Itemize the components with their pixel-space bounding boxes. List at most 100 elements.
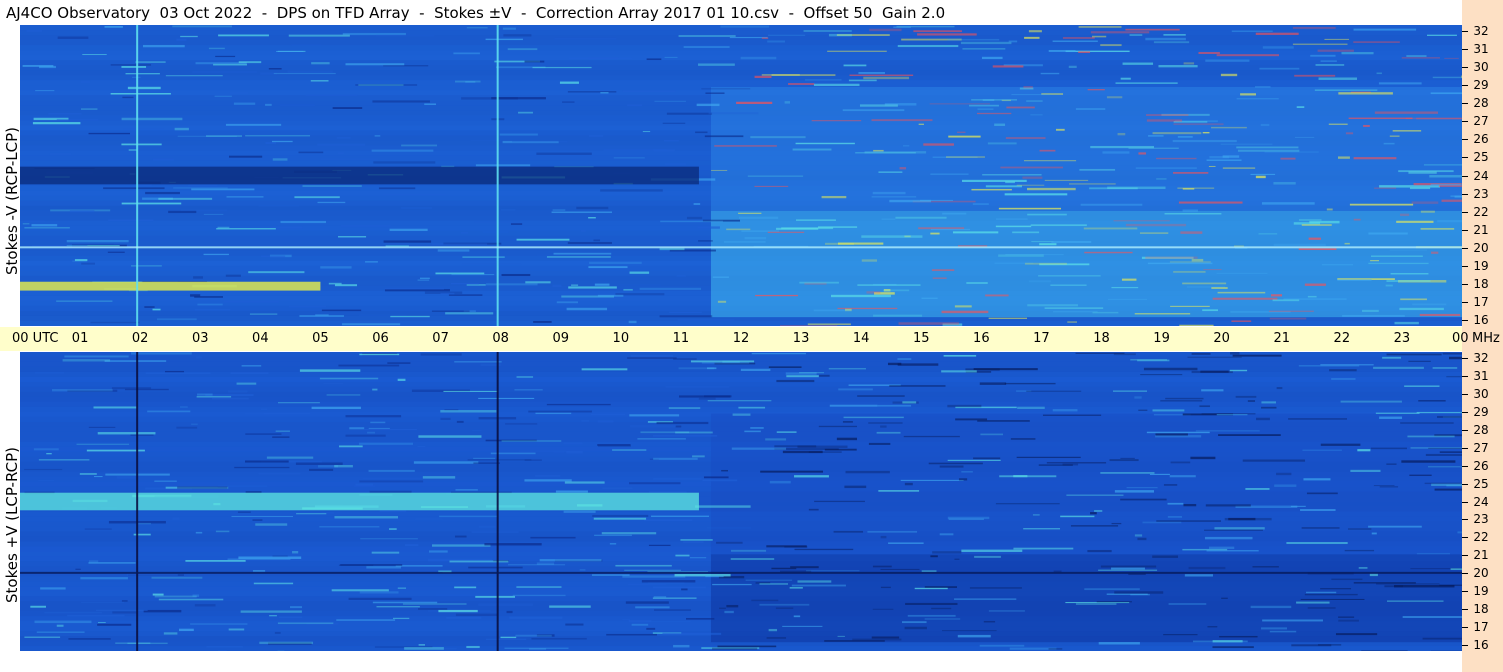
frequency-tick-mark xyxy=(1462,265,1468,267)
noise-streak xyxy=(439,515,498,518)
frequency-tick-mark xyxy=(1462,121,1468,123)
noise-streak xyxy=(564,481,605,484)
noise-streak xyxy=(741,230,780,232)
frequency-tick-label: 24 xyxy=(1473,494,1489,509)
noise-streak xyxy=(93,476,103,478)
noise-streak xyxy=(563,442,583,445)
noise-streak xyxy=(581,368,628,371)
noise-streak xyxy=(765,438,787,441)
frequency-tick-label: 25 xyxy=(1473,150,1489,165)
noise-streak xyxy=(1214,527,1265,530)
noise-streak xyxy=(291,44,321,47)
noise-streak xyxy=(977,112,1012,115)
noise-streak xyxy=(1155,433,1188,436)
noise-streak xyxy=(1439,451,1462,453)
noise-streak xyxy=(635,606,670,609)
noise-streak xyxy=(1098,642,1140,645)
noise-streak xyxy=(516,238,570,241)
noise-streak xyxy=(1030,114,1043,116)
noise-streak xyxy=(245,134,311,137)
noise-streak xyxy=(278,402,320,404)
noise-streak xyxy=(1108,298,1148,300)
noise-streak xyxy=(972,203,989,205)
noise-streak xyxy=(1153,41,1190,44)
noise-streak xyxy=(1039,243,1057,246)
noise-streak xyxy=(172,25,233,28)
noise-streak xyxy=(510,223,523,225)
noise-streak xyxy=(1400,422,1454,424)
noise-streak xyxy=(1353,157,1397,160)
noise-streak xyxy=(1294,74,1336,77)
noise-streak xyxy=(1027,187,1076,191)
frequency-tick-label: 32 xyxy=(1473,351,1489,365)
noise-streak xyxy=(1178,201,1243,204)
noise-streak xyxy=(1406,55,1427,57)
frequency-tick-mark xyxy=(1462,320,1468,321)
noise-streak xyxy=(900,479,964,481)
noise-streak xyxy=(238,61,262,64)
noise-streak xyxy=(529,648,547,650)
noise-streak xyxy=(75,568,81,570)
noise-streak xyxy=(1338,92,1393,95)
noise-streak xyxy=(1242,459,1306,462)
noise-streak xyxy=(339,445,363,448)
noise-streak xyxy=(108,219,154,222)
noise-streak xyxy=(305,94,358,96)
noise-streak xyxy=(258,205,300,207)
noise-streak xyxy=(776,379,815,383)
noise-streak xyxy=(731,447,787,450)
frequency-tick-mark xyxy=(1462,573,1468,575)
noise-streak xyxy=(455,613,498,617)
noise-streak xyxy=(629,271,650,274)
noise-streak xyxy=(606,633,657,636)
noise-streak xyxy=(1261,401,1276,404)
noise-streak xyxy=(121,66,147,68)
noise-streak xyxy=(1062,37,1095,39)
noise-streak xyxy=(1113,220,1170,222)
noise-streak xyxy=(440,292,455,295)
noise-streak xyxy=(1168,603,1207,605)
noise-streak xyxy=(1070,525,1119,527)
noise-streak xyxy=(1374,111,1439,114)
noise-streak xyxy=(1027,304,1078,307)
noise-streak xyxy=(467,459,532,461)
noise-streak xyxy=(675,554,690,557)
noise-streak xyxy=(536,562,555,565)
noise-streak xyxy=(214,95,232,97)
noise-streak xyxy=(1375,412,1420,414)
noise-streak xyxy=(215,530,230,533)
noise-streak xyxy=(901,621,927,624)
noise-streak xyxy=(736,101,773,105)
noise-streak xyxy=(1111,522,1122,525)
noise-streak xyxy=(982,174,1042,176)
utc-tick-label: 08 xyxy=(492,331,509,346)
noise-streak xyxy=(1173,172,1209,174)
noise-streak xyxy=(404,544,419,547)
noise-streak xyxy=(1102,151,1130,154)
noise-streak xyxy=(666,112,713,115)
noise-streak xyxy=(622,90,676,93)
noise-streak xyxy=(431,243,488,246)
noise-streak xyxy=(449,560,509,563)
noise-streak xyxy=(818,425,857,428)
noise-streak xyxy=(1301,527,1340,529)
noise-streak xyxy=(66,239,129,243)
noise-streak xyxy=(969,587,1022,589)
noise-streak xyxy=(194,309,231,311)
noise-streak xyxy=(197,303,223,306)
noise-streak xyxy=(662,122,686,124)
noise-streak xyxy=(80,108,98,110)
noise-streak xyxy=(1089,187,1138,190)
noise-streak xyxy=(1055,128,1065,131)
noise-streak xyxy=(871,196,917,198)
noise-streak xyxy=(173,187,228,189)
noise-streak xyxy=(868,442,891,445)
noise-streak xyxy=(233,102,256,105)
noise-streak xyxy=(958,478,968,481)
noise-streak xyxy=(1368,525,1422,528)
noise-streak xyxy=(1344,549,1375,552)
noise-streak xyxy=(519,450,570,452)
noise-streak xyxy=(1341,52,1374,55)
noise-streak xyxy=(535,412,572,415)
noise-streak xyxy=(1384,585,1403,588)
